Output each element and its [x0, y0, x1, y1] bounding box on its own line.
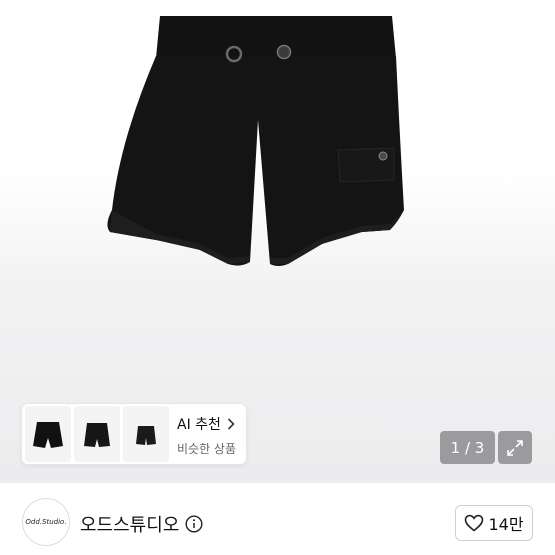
- chevron-right-icon: [227, 418, 235, 430]
- ai-recommend-title: AI 추천: [177, 417, 221, 433]
- seller-name: 오드스튜디오: [80, 515, 180, 536]
- black-shorts-thumb-icon: [33, 422, 63, 448]
- black-shorts-thumb-icon: [136, 426, 156, 445]
- seller-avatar[interactable]: Odd.Studio.: [22, 498, 70, 546]
- ai-recommend-panel[interactable]: AI 추천 비슷한 상품: [22, 404, 246, 464]
- info-icon[interactable]: [185, 515, 203, 533]
- recommend-thumb-3[interactable]: [123, 406, 169, 462]
- heart-icon: [465, 514, 484, 532]
- ai-recommend-text: AI 추천 비슷한 상품: [177, 414, 236, 457]
- recommend-thumb-1[interactable]: [25, 406, 71, 462]
- black-shorts-thumb-icon: [84, 423, 110, 447]
- seller-avatar-logo: Odd.Studio.: [25, 518, 67, 526]
- ai-recommend-subtitle: 비슷한 상품: [177, 442, 237, 456]
- recommend-thumb-2[interactable]: [74, 406, 120, 462]
- product-image-area[interactable]: AI 추천 비슷한 상품 1 / 3: [0, 0, 555, 483]
- product-image: [107, 16, 404, 266]
- expand-icon: [507, 439, 523, 456]
- like-button[interactable]: 14만: [455, 505, 533, 541]
- image-counter: 1 / 3: [440, 431, 495, 464]
- expand-button[interactable]: [498, 431, 532, 464]
- seller-name-link[interactable]: 오드스튜디오: [80, 511, 203, 537]
- like-count: 14만: [488, 515, 524, 534]
